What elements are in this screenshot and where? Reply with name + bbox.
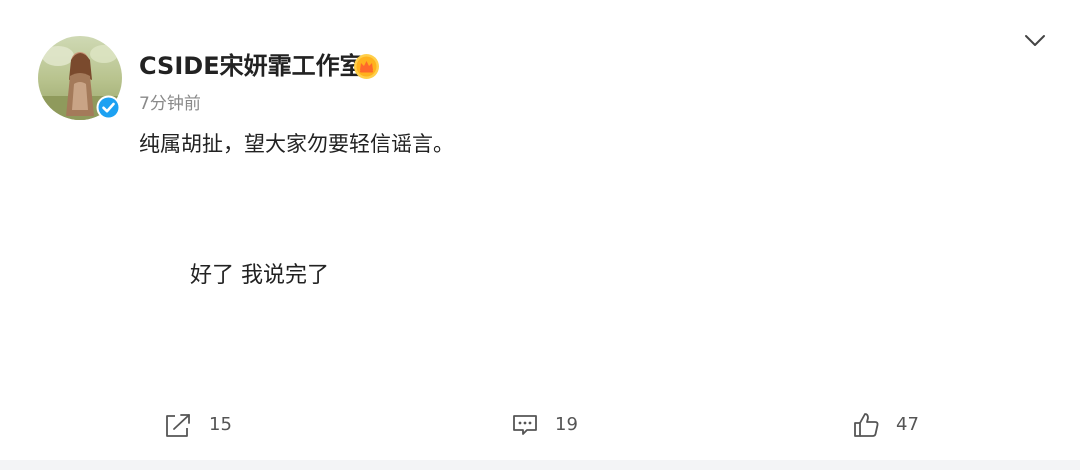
repost-button[interactable]: 15: [163, 410, 232, 440]
crown-badge-icon[interactable]: [353, 53, 380, 80]
verified-badge-icon: [96, 95, 121, 120]
comment-button[interactable]: 19: [511, 410, 578, 440]
repost-icon: [163, 411, 193, 439]
like-button[interactable]: 47: [852, 410, 919, 440]
post-text: 纯属胡扯，望大家勿要轻信谣言。: [139, 132, 454, 156]
thumbs-up-icon: [852, 411, 880, 439]
chevron-down-icon[interactable]: [1023, 32, 1047, 50]
comment-icon: [511, 412, 539, 438]
username[interactable]: CSIDE宋妍霏工作室: [139, 50, 364, 82]
comment-count: 19: [555, 414, 578, 435]
repost-count: 15: [209, 414, 232, 435]
post-caption: 好了 我说完了: [190, 263, 329, 288]
post-timestamp: 7分钟前: [139, 94, 201, 114]
card-divider: [0, 460, 1080, 470]
weibo-post-card: CSIDE宋妍霏工作室 7分钟前 纯属胡扯，望大家勿要轻信谣言。 好了 我说完了…: [0, 0, 1080, 470]
like-count: 47: [896, 414, 919, 435]
